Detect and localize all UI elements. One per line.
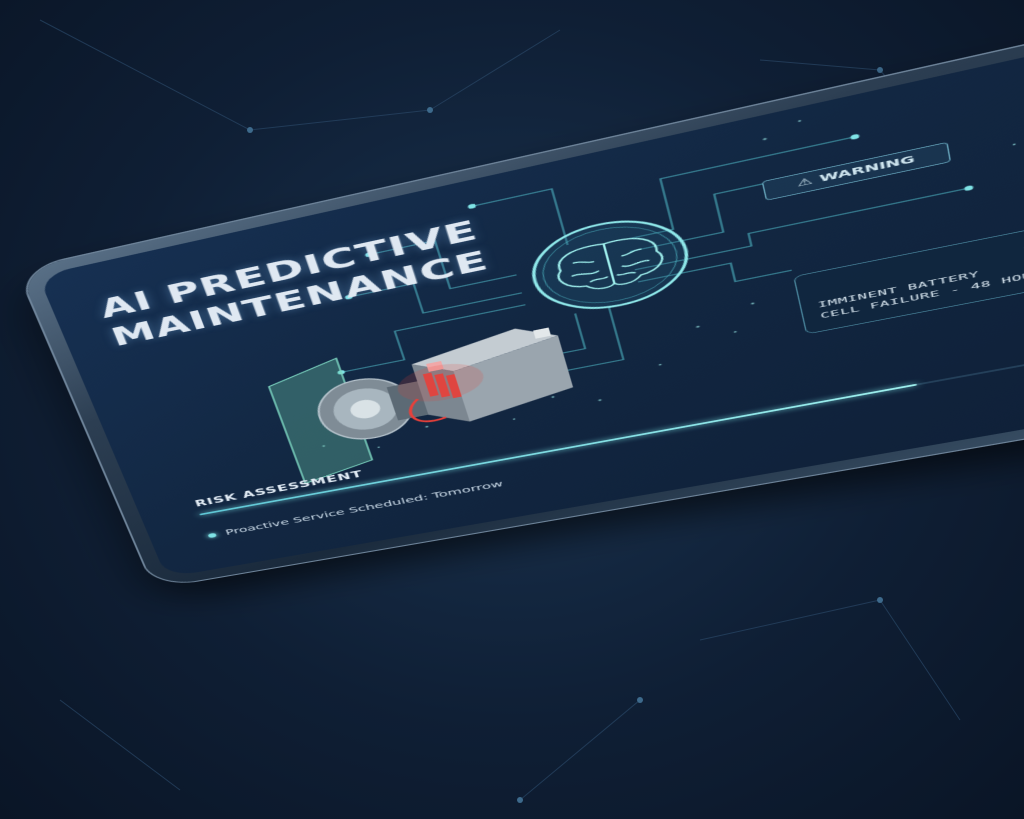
- status-dot-icon: [207, 532, 217, 539]
- scene-background: AI PREDICTIVE MAINTENANCE ⚠ WARNING 🔧 IM…: [0, 0, 1024, 819]
- warning-triangle-icon: ⚠: [795, 175, 814, 190]
